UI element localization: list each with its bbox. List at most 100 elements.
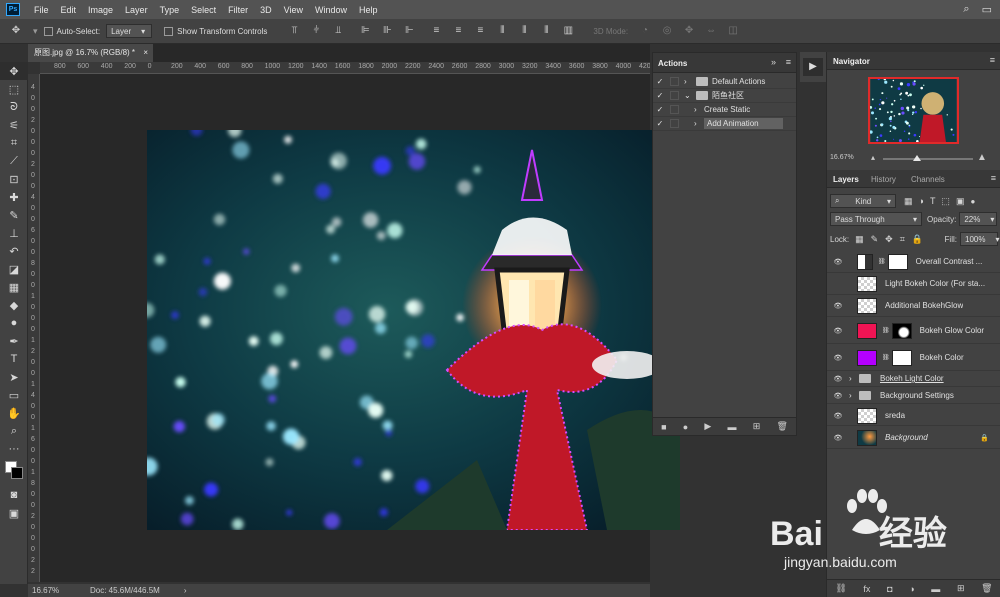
filter-type-icons[interactable]: ▦◑T⬚▣ <box>904 196 970 207</box>
menu-view[interactable]: View <box>278 5 309 15</box>
tool-preset-chevron-icon[interactable]: ▾ <box>33 26 38 37</box>
actions-row[interactable]: ✓ › Add Animation <box>653 117 796 131</box>
layer-mask-thumbnail[interactable] <box>891 349 912 366</box>
menu-layer[interactable]: Layer <box>119 5 154 15</box>
healing-brush-tool-icon[interactable]: ✚ <box>0 188 28 206</box>
chevron-right-icon[interactable]: › <box>849 374 857 383</box>
layer-mask-thumbnail[interactable] <box>891 322 912 339</box>
layer-mask-thumbnail[interactable] <box>887 253 908 270</box>
chevron-right-icon[interactable]: › <box>684 77 694 86</box>
canvas-area[interactable] <box>40 74 680 582</box>
3d-slide-icon[interactable]: ⇔ <box>705 25 717 37</box>
visibility-eye-icon[interactable]: 👁 <box>827 327 849 335</box>
move-tool-icon[interactable]: ✥ <box>10 25 22 37</box>
delete-icon[interactable]: 🗑 <box>776 421 787 432</box>
panel-menu-icon[interactable]: ≡ <box>991 173 996 183</box>
more-tools-icon[interactable]: ··· <box>0 440 28 458</box>
frame-tool-icon[interactable]: ⊡ <box>0 170 28 188</box>
navigator-zoom-value[interactable]: 16.67% <box>830 154 854 161</box>
visibility-eye-icon[interactable]: 👁 <box>827 434 849 442</box>
chevron-right-icon[interactable]: › <box>849 391 857 400</box>
new-set-icon[interactable]: ▬ <box>728 422 737 432</box>
distribute-top-icon[interactable]: ≡ <box>430 25 442 37</box>
blend-mode-dropdown[interactable]: Pass Through ▾ <box>830 212 922 226</box>
layer-row[interactable]: 👁 ⛓ Bokeh Color <box>827 345 1000 371</box>
actions-panel-title[interactable]: Actions <box>658 59 687 68</box>
visibility-eye-icon[interactable]: 👁 <box>827 392 849 400</box>
3d-pan-icon[interactable]: ✥ <box>683 25 695 37</box>
magic-wand-tool-icon[interactable]: ⚟ <box>0 116 28 134</box>
delete-icon[interactable]: 🗑 <box>981 583 992 594</box>
new-group-icon[interactable]: ▬ <box>931 584 940 594</box>
auto-select-dropdown[interactable]: Layer ▾ <box>106 24 153 38</box>
eraser-tool-icon[interactable]: ◪ <box>0 260 28 278</box>
lasso-tool-icon[interactable]: ᘐ <box>0 98 28 116</box>
status-expand-icon[interactable]: › <box>184 586 187 595</box>
visibility-eye-icon[interactable]: 👁 <box>827 302 849 310</box>
history-brush-tool-icon[interactable]: ↶ <box>0 242 28 260</box>
toggle-check-icon[interactable]: ✓ <box>653 105 667 114</box>
filter-kind-dropdown[interactable]: ⌕ Kind ▾ <box>830 194 896 208</box>
mask-link-icon[interactable]: ⛓ <box>878 258 886 265</box>
panel-menu-icon[interactable]: ≡ <box>990 55 995 65</box>
actions-row[interactable]: ✓ › Create Static <box>653 103 796 117</box>
toggle-check-icon[interactable]: ✓ <box>653 91 667 100</box>
quick-mask-icon[interactable]: ◙ <box>0 486 28 504</box>
clone-stamp-tool-icon[interactable]: ⊥ <box>0 224 28 242</box>
search-icon[interactable]: ⌕ <box>963 3 969 16</box>
menu-edit[interactable]: Edit <box>55 5 83 15</box>
adjustment-layer-icon[interactable]: ◑ <box>909 584 914 594</box>
menu-type[interactable]: Type <box>154 5 186 15</box>
rectangle-tool-icon[interactable]: ▭ <box>0 386 28 404</box>
align-top-icon[interactable]: ⫪ <box>288 25 300 37</box>
marquee-tool-icon[interactable]: ⬚ <box>0 80 28 98</box>
panel-menu-icon[interactable]: ≡ <box>786 57 791 67</box>
chevron-right-icon[interactable]: › <box>694 119 704 128</box>
lock-icons[interactable]: ▦✎✥⌗🔒 <box>855 234 930 245</box>
ruler-vertical[interactable]: 4 0 0 2 0 0 0 2 0 0 4 0 0 6 0 0 8 0 0 1 0 0 0 1 2 0 0 1 4 0 0 1 6 0 0 1 8 0 0 2… <box>28 74 40 582</box>
crop-tool-icon[interactable]: ⌗ <box>0 134 28 152</box>
layer-row[interactable]: 👁 Additional BokehGlow <box>827 295 1000 317</box>
3d-orbit-icon[interactable]: ◔ <box>639 25 651 37</box>
hand-tool-icon[interactable]: ✋ <box>0 404 28 422</box>
menu-file[interactable]: File <box>28 5 55 15</box>
eyedropper-tool-icon[interactable]: ⟋ <box>0 152 28 170</box>
close-icon[interactable]: × <box>143 44 148 62</box>
collapse-panel-icon[interactable]: » <box>771 57 776 67</box>
ruler-horizontal[interactable]: 800 600 400 200 0 200 400 600 800 1000 1200 1400 160… <box>40 62 650 74</box>
layer-row[interactable]: 👁 ⛓ Bokeh Glow Color <box>827 318 1000 344</box>
dodge-tool-icon[interactable]: ● <box>0 314 28 332</box>
zoom-in-icon[interactable]: ▲ <box>977 152 987 163</box>
record-icon[interactable]: ● <box>683 422 688 432</box>
menu-select[interactable]: Select <box>185 5 222 15</box>
filter-toggle-icon[interactable]: ● <box>970 197 975 206</box>
visibility-eye-icon[interactable]: 👁 <box>827 412 849 420</box>
stop-recording-icon[interactable]: ■ <box>661 422 666 432</box>
align-vcenter-icon[interactable]: ⫩ <box>310 25 322 37</box>
background-color-swatch[interactable] <box>11 467 23 479</box>
new-layer-icon[interactable]: ⊞ <box>957 583 965 594</box>
3d-scale-icon[interactable]: ◫ <box>727 25 739 37</box>
auto-select-checkbox[interactable] <box>43 26 53 36</box>
layer-row[interactable]: 👁 ⛓ Overall Contrast ... <box>827 251 1000 273</box>
distribute-left-icon[interactable]: ⦀ <box>496 25 508 37</box>
align-left-icon[interactable]: ⊫ <box>359 25 371 37</box>
mask-link-icon[interactable]: ⛓ <box>882 354 890 361</box>
toggle-check-icon[interactable]: ✓ <box>653 77 667 86</box>
toggle-check-icon[interactable]: ✓ <box>653 119 667 128</box>
visibility-eye-icon[interactable]: 👁 <box>827 375 849 383</box>
visibility-eye-icon[interactable]: 👁 <box>827 354 849 362</box>
fill-input[interactable]: 100% ▾ <box>960 232 999 246</box>
blur-tool-icon[interactable]: ◆ <box>0 296 28 314</box>
mask-link-icon[interactable]: ⛓ <box>882 327 890 334</box>
document-tab[interactable]: 原图.jpg @ 16.7% (RGB/8) * × <box>28 44 153 62</box>
color-swatches[interactable] <box>0 458 28 486</box>
add-mask-icon[interactable]: ◘ <box>887 584 892 594</box>
distribute-bottom-icon[interactable]: ≡ <box>474 25 486 37</box>
play-selection-icon[interactable]: ▶ <box>704 421 711 432</box>
distribute-right-icon[interactable]: ⦀ <box>540 25 552 37</box>
zoom-tool-icon[interactable]: ⌕ <box>0 422 28 440</box>
align-right-icon[interactable]: ⊩ <box>403 25 415 37</box>
tab-history[interactable]: History <box>871 175 896 184</box>
distribute-vcenter-icon[interactable]: ≡ <box>452 25 464 37</box>
